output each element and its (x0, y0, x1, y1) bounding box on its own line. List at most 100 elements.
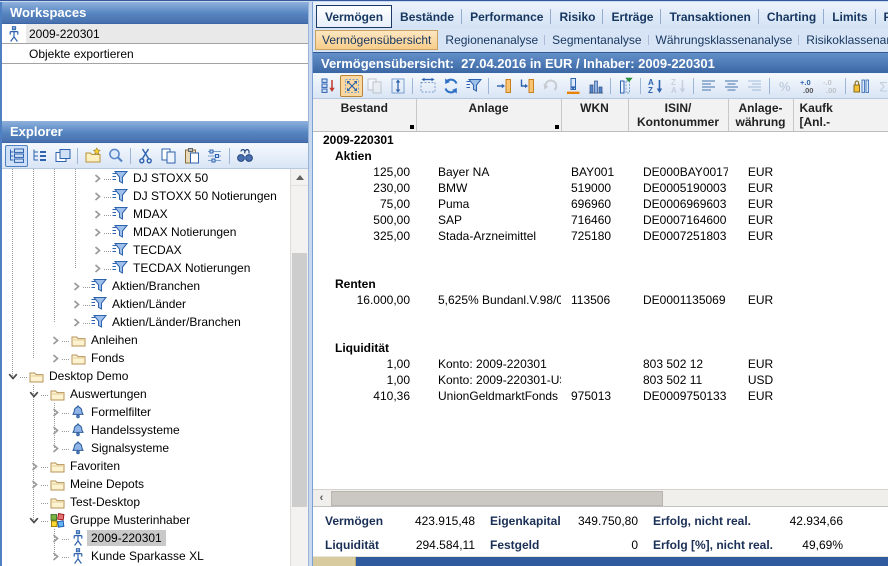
chevron-right-icon[interactable] (48, 408, 62, 417)
cut-button[interactable] (134, 145, 157, 167)
move-column-button[interactable] (561, 75, 584, 97)
optimize-row-height-button[interactable] (386, 75, 409, 97)
column-header-isin-kontonummer[interactable]: ISIN/Kontonummer (628, 99, 728, 132)
paste-button[interactable] (180, 145, 203, 167)
binoculars-button[interactable] (233, 145, 256, 167)
column-chart-button[interactable] (584, 75, 607, 97)
tree-item[interactable]: Aktien/Länder (2, 295, 308, 313)
chevron-right-icon[interactable] (90, 264, 104, 273)
subtab-vermögensübersicht[interactable]: Vermögensübersicht (315, 30, 438, 50)
add-decimal-button[interactable]: +.0.00 (796, 75, 819, 97)
column-header-wkn[interactable]: WKN (561, 99, 628, 132)
subtab-regionenanalyse[interactable]: Regionenanalyse (438, 30, 545, 50)
chevron-down-icon[interactable] (27, 390, 41, 399)
align-left-button[interactable] (697, 75, 720, 97)
position-row[interactable]: 125,00Bayer NABAY001DE000BAY0017EUR (313, 164, 888, 180)
chevron-right-icon[interactable] (69, 300, 83, 309)
align-right-button[interactable] (743, 75, 766, 97)
tree-item[interactable]: Meine Depots (2, 475, 308, 493)
chevron-right-icon[interactable] (48, 426, 62, 435)
chevron-right-icon[interactable] (90, 228, 104, 237)
chevron-right-icon[interactable] (48, 534, 62, 543)
remove-decimal-button[interactable]: -.0.00 (819, 75, 842, 97)
tree-item[interactable]: Gruppe Musterinhaber (2, 511, 308, 529)
chevron-down-icon[interactable] (6, 372, 20, 381)
position-row[interactable]: 230,00BMW519000DE0005190003EUR (313, 180, 888, 196)
percent-format-button[interactable]: % (773, 75, 796, 97)
scrollbar-left-icon[interactable]: ‹ (315, 492, 328, 503)
fit-columns-button[interactable] (340, 75, 363, 97)
tree-item[interactable]: Favoriten (2, 457, 308, 475)
tree-item[interactable]: Desktop Demo (2, 367, 308, 385)
chevron-right-icon[interactable] (48, 336, 62, 345)
align-center-button[interactable] (720, 75, 743, 97)
tab-risiko[interactable]: Risiko (551, 5, 603, 28)
filter-button[interactable] (462, 75, 485, 97)
column-header-anlage[interactable]: Anlage (416, 99, 561, 132)
new-folder-button[interactable] (81, 145, 104, 167)
workspace-item[interactable]: Objekte exportieren (2, 44, 308, 64)
tree-item[interactable]: Anleihen (2, 331, 308, 349)
tree-item[interactable]: Auswertungen (2, 385, 308, 403)
chevron-right-icon[interactable] (69, 282, 83, 291)
tree-item[interactable]: Signalsysteme (2, 439, 308, 457)
subtab-segmentanalyse[interactable]: Segmentanalyse (545, 30, 648, 50)
sort-ascending-button[interactable]: AZ (644, 75, 667, 97)
tree-item[interactable]: Fonds (2, 349, 308, 367)
chevron-right-icon[interactable] (90, 192, 104, 201)
position-row[interactable]: 75,00Puma696960DE0006969603EUR (313, 196, 888, 212)
bottom-tab-handle[interactable] (313, 557, 356, 566)
tree-item[interactable]: DJ STOXX 50 Notierungen (2, 187, 308, 205)
tree-item[interactable]: MDAX Notierungen (2, 223, 308, 241)
filter-settings-button[interactable] (203, 145, 226, 167)
tree-item[interactable]: MDAX (2, 205, 308, 223)
chevron-right-icon[interactable] (90, 174, 104, 183)
export-layout-button[interactable] (317, 75, 340, 97)
tab-bestände[interactable]: Bestände (392, 5, 462, 28)
search-button[interactable] (104, 145, 127, 167)
column-header-bestand[interactable]: Bestand (313, 99, 416, 132)
copy-view-button[interactable] (363, 75, 386, 97)
tree-item[interactable]: Handelssysteme (2, 421, 308, 439)
hide-column-button[interactable] (614, 75, 637, 97)
subtab-risikoklassenanalyse[interactable]: Risikoklassenanalyse (799, 30, 888, 50)
position-row[interactable]: 1,00Konto: 2009-220301803 502 12EUR (313, 356, 888, 372)
sum-button[interactable]: Σ (872, 75, 888, 97)
tree-item[interactable]: TECDAX Notierungen (2, 259, 308, 277)
position-row[interactable]: 500,00SAP716460DE0007164600EUR (313, 212, 888, 228)
subtab-währungsklassenanalyse[interactable]: Währungsklassenanalyse (649, 30, 800, 50)
optimize-column-width-button[interactable] (416, 75, 439, 97)
tab-performance[interactable]: Performance (462, 5, 551, 28)
chevron-right-icon[interactable] (90, 210, 104, 219)
tab-limits[interactable]: Limits (824, 5, 875, 28)
tree-item[interactable]: Formelfilter (2, 403, 308, 421)
tab-erträge[interactable]: Erträge (603, 5, 661, 28)
chevron-right-icon[interactable] (90, 246, 104, 255)
tab-charting[interactable]: Charting (759, 5, 824, 28)
sort-descending-button[interactable]: ZA (667, 75, 690, 97)
chevron-down-icon[interactable] (27, 516, 41, 525)
chevron-right-icon[interactable] (48, 552, 62, 561)
chevron-right-icon[interactable] (48, 444, 62, 453)
tree-item[interactable]: Kunde Sparkasse XL (2, 547, 308, 565)
refresh-button[interactable] (439, 75, 462, 97)
position-row[interactable]: 1,00Konto: 2009-220301-USD803 502 11USD (313, 372, 888, 388)
position-row[interactable]: 325,00Stada-Arzneimittel725180DE00072518… (313, 228, 888, 244)
column-header-kaufk-anl-[interactable]: Kaufk[Anl.- (793, 99, 888, 132)
tab-vermögen[interactable]: Vermögen (316, 5, 392, 28)
insert-column-below-button[interactable] (515, 75, 538, 97)
tree-item[interactable]: Aktien/Länder/Branchen (2, 313, 308, 331)
tree-detailed-view-button[interactable] (5, 145, 28, 167)
workspace-item[interactable]: 2009-220301 (2, 24, 308, 44)
scrollbar-thumb[interactable] (292, 253, 307, 507)
scrollbar-up-icon[interactable] (291, 169, 308, 186)
column-header-anlage-währung[interactable]: Anlage-währung (728, 99, 793, 132)
tree-item[interactable]: 2009-220301 (2, 529, 308, 547)
insert-column-button[interactable] (492, 75, 515, 97)
cards-view-button[interactable] (51, 145, 74, 167)
tree-item[interactable]: Aktien/Branchen (2, 277, 308, 295)
chevron-right-icon[interactable] (69, 318, 83, 327)
scrollbar-thumb[interactable] (331, 491, 663, 506)
tree-item[interactable]: Test-Desktop (2, 493, 308, 511)
copy-button[interactable] (157, 145, 180, 167)
